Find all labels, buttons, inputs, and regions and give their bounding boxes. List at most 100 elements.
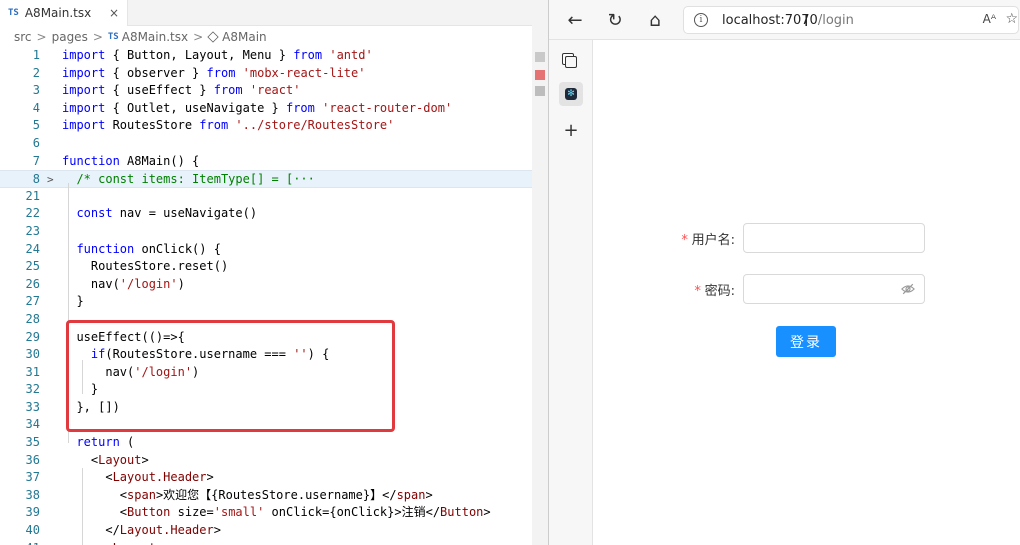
password-field-wrap	[743, 274, 925, 304]
code-line[interactable]: 6	[0, 135, 548, 153]
breadcrumb-item-pages[interactable]: pages	[52, 30, 88, 44]
line-number: 6	[32, 135, 40, 150]
line-number: 7	[32, 153, 40, 168]
code-text: nav('/login')	[62, 276, 185, 291]
code-text: <Layout>	[62, 540, 163, 545]
code-text: function A8Main() {	[62, 153, 200, 168]
browser-window: ← ↻ ⌂ i localhost:7070/login I Aᴬ ☆ ✻ + …	[548, 0, 1020, 545]
home-icon[interactable]: ⌂	[643, 8, 667, 32]
editor-tab-bar: TS A8Main.tsx ×	[0, 0, 548, 26]
new-tab-button[interactable]: +	[559, 118, 583, 142]
line-number: 29	[25, 329, 40, 344]
close-icon[interactable]: ×	[109, 6, 119, 20]
code-text: <Button size='small' onClick={onClick}>注…	[62, 505, 491, 520]
tab-actions-button[interactable]	[559, 50, 583, 74]
editor-minimap-strip	[532, 0, 548, 545]
code-line[interactable]: 22 const nav = useNavigate()	[0, 205, 548, 223]
code-line[interactable]: 26 nav('/login')	[0, 276, 548, 294]
browser-toolbar: ← ↻ ⌂ i localhost:7070/login I Aᴬ ☆	[549, 0, 1020, 40]
breadcrumb-item-file[interactable]: A8Main.tsx	[122, 30, 188, 44]
code-text: /* const items: ItemType[] = [···	[62, 172, 315, 187]
fold-chevron-icon[interactable]: >	[47, 171, 54, 189]
code-text: }	[62, 294, 84, 309]
code-text: import { Outlet, useNavigate } from 'rea…	[62, 100, 453, 115]
back-icon[interactable]: ←	[563, 8, 587, 32]
password-label: * 密码:	[693, 283, 735, 299]
code-line[interactable]: 36 <Layout>	[0, 452, 548, 470]
code-text: const nav = useNavigate()	[76, 206, 258, 221]
line-number: 3	[32, 83, 40, 98]
code-line[interactable]: 2 import { observer } from 'mobx-react-li…	[0, 65, 548, 83]
login-submit-button[interactable]: 登录	[776, 326, 836, 357]
code-line[interactable]: 5 import RoutesStore from '../store/Route…	[0, 117, 548, 135]
line-number: 40	[25, 523, 40, 538]
code-text: </Layout.Header>	[62, 523, 221, 538]
password-row: * 密码:	[663, 274, 925, 304]
eye-invisible-icon[interactable]	[901, 282, 915, 296]
line-number: 24	[25, 241, 40, 256]
required-mark: *	[680, 232, 689, 248]
code-text: <span>欢迎您【{RoutesStore.username}】</span>	[62, 487, 433, 502]
line-number: 33	[25, 399, 40, 414]
breadcrumb-item-symbol[interactable]: A8Main	[222, 30, 267, 44]
line-number: 1	[32, 48, 40, 62]
favorite-star-icon[interactable]: ☆	[1005, 11, 1018, 27]
line-number: 38	[25, 487, 40, 502]
password-input[interactable]	[743, 274, 925, 304]
minimap-mark	[535, 52, 545, 62]
plus-icon: +	[563, 119, 579, 141]
code-line[interactable]: 35 return (	[0, 434, 548, 452]
reload-icon[interactable]: ↻	[603, 8, 627, 32]
breadcrumb-item-src[interactable]: src	[14, 30, 32, 44]
line-number: 31	[25, 364, 40, 379]
address-bar[interactable]: i localhost:7070/login I Aᴬ ☆	[683, 6, 1019, 34]
code-line[interactable]: 21	[0, 188, 548, 206]
line-number: 34	[25, 417, 40, 432]
code-line[interactable]: 25 RoutesStore.reset()	[0, 258, 548, 276]
code-editor[interactable]: TS A8Main.tsx × src > pages > TS A8Main.…	[0, 0, 548, 545]
line-number: 5	[32, 118, 40, 133]
indent-guide	[82, 468, 83, 545]
code-line[interactable]: 1 import { Button, Layout, Menu } from 'a…	[0, 47, 548, 65]
code-text: RoutesStore.reset()	[62, 259, 229, 274]
code-text: <Layout.Header>	[62, 470, 214, 485]
code-text: function onClick() {	[76, 241, 221, 256]
username-label: * 用户名:	[680, 232, 735, 248]
vertical-tab-strip: ✻ +	[549, 40, 593, 545]
line-number: 35	[25, 435, 40, 450]
symbol-cube-icon	[207, 31, 219, 43]
breadcrumb-separator: >	[92, 30, 103, 44]
username-input[interactable]	[743, 223, 925, 253]
line-number: 22	[25, 206, 40, 221]
minimap-mark	[535, 86, 545, 96]
tab-react-app[interactable]: ✻	[559, 82, 583, 106]
editor-tab-label: A8Main.tsx	[24, 6, 92, 20]
editor-tab-a8main[interactable]: TS A8Main.tsx ×	[0, 0, 128, 26]
line-number: 28	[25, 311, 40, 326]
required-mark: *	[693, 283, 702, 299]
code-line[interactable]: 4 import { Outlet, useNavigate } from 're…	[0, 100, 548, 118]
code-line[interactable]: 7 function A8Main() {	[0, 153, 548, 171]
code-line[interactable]: 27 }	[0, 293, 548, 311]
line-number: 2	[32, 65, 40, 80]
code-text: return (	[76, 435, 135, 450]
line-number: 41	[0, 540, 40, 545]
username-row: * 用户名:	[663, 223, 925, 253]
url-path: /login	[817, 12, 854, 28]
code-text: import RoutesStore from '../store/Routes…	[62, 118, 395, 133]
text-cursor-icon: I	[804, 12, 809, 30]
breadcrumb: src > pages > TS A8Main.tsx > A8Main	[0, 27, 548, 47]
site-info-icon[interactable]: i	[694, 13, 708, 27]
code-line[interactable]: 24 function onClick() {	[0, 241, 548, 259]
code-line[interactable]: 8 > /* const items: ItemType[] = [···	[0, 170, 548, 188]
line-number: 30	[25, 347, 40, 362]
typescript-file-icon: TS	[8, 8, 19, 18]
line-number: 4	[32, 100, 40, 115]
read-aloud-icon[interactable]: Aᴬ	[983, 12, 996, 26]
code-line[interactable]: 3 import { useEffect } from 'react'	[0, 82, 548, 100]
line-number: 32	[25, 382, 40, 397]
line-number: 26	[25, 276, 40, 291]
typescript-file-icon: TS	[107, 32, 119, 42]
line-number: 36	[25, 452, 40, 467]
code-line[interactable]: 23	[0, 223, 548, 241]
